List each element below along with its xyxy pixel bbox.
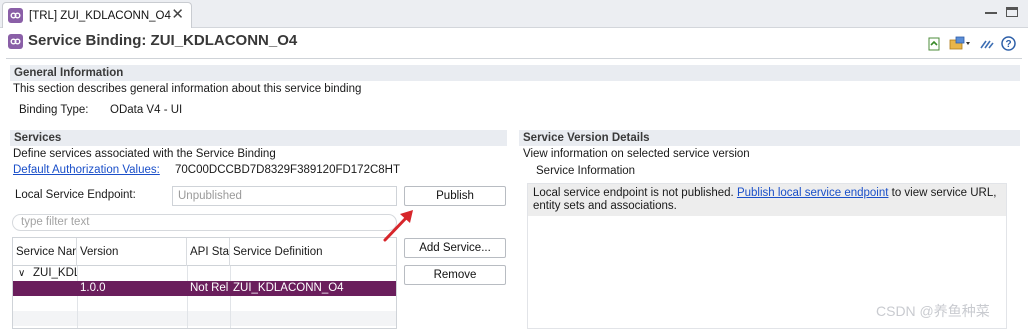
authorization-value: 70C00DCCBD7D8329F389120FD172C8HT: [175, 164, 401, 176]
service-binding-icon: [8, 8, 23, 23]
maximize-icon[interactable]: [1006, 7, 1018, 17]
services-table: Service Nar Version API Stat Service Def…: [12, 237, 397, 329]
publish-endpoint-link[interactable]: Publish local service endpoint: [737, 187, 889, 199]
services-section-title: Services: [10, 130, 507, 146]
column-header-service-name[interactable]: Service Nar: [13, 238, 77, 266]
empty-row: [13, 311, 396, 326]
api-state-cell: Not Rel: [190, 282, 229, 294]
message-text: Local service endpoint is not published.: [533, 187, 737, 199]
refresh-icon[interactable]: [928, 36, 941, 51]
unpublished-message: Local service endpoint is not published.…: [528, 184, 1006, 216]
table-header: Service Nar Version API Stat Service Def…: [13, 238, 396, 266]
editor-header: Service Binding: ZUI_KDLACONN_O4 ?: [0, 29, 1028, 60]
tab-title: [TRL] ZUI_KDLACONN_O4: [29, 9, 171, 22]
service-information-heading: Service Information: [536, 165, 636, 177]
close-icon[interactable]: ✕: [171, 7, 184, 22]
binding-type-label: Binding Type:: [19, 104, 89, 116]
local-endpoint-field: Unpublished: [172, 186, 397, 206]
remove-button[interactable]: Remove: [404, 265, 506, 285]
version-details-section-title: Service Version Details: [519, 130, 1020, 146]
service-name-cell: ZUI_KDL: [33, 267, 77, 279]
svg-text:?: ?: [1005, 39, 1011, 50]
link-icon[interactable]: [980, 36, 994, 51]
watermark: CSDN @养鱼种菜: [876, 303, 990, 319]
general-info-description: This section describes general informati…: [13, 83, 362, 95]
column-header-service-definition[interactable]: Service Definition: [230, 238, 396, 266]
column-header-version[interactable]: Version: [77, 238, 187, 266]
publish-button[interactable]: Publish: [404, 186, 506, 206]
services-description: Define services associated with the Serv…: [13, 148, 276, 160]
version-details-description: View information on selected service ver…: [523, 148, 750, 160]
expand-chevron-icon[interactable]: ∨: [15, 266, 29, 281]
general-info-section-title: General Information: [10, 65, 1020, 81]
minimize-icon[interactable]: [985, 7, 997, 14]
table-row-selected[interactable]: 1.0.0 Not Rel ZUI_KDLACONN_O4: [13, 281, 396, 296]
default-authorization-link[interactable]: Default Authorization Values:: [13, 164, 160, 176]
service-binding-icon: [8, 34, 23, 49]
version-cell: 1.0.0: [80, 282, 106, 294]
local-endpoint-label: Local Service Endpoint:: [15, 189, 136, 201]
red-arrow-icon: [383, 210, 413, 242]
help-icon[interactable]: ?: [1001, 36, 1016, 51]
editor-tab-bar: [TRL] ZUI_KDLACONN_O4 ✕: [0, 0, 1028, 28]
editor-tab[interactable]: [TRL] ZUI_KDLACONN_O4 ✕: [2, 2, 192, 28]
service-definition-cell: ZUI_KDLACONN_O4: [233, 282, 344, 294]
binding-type-value: OData V4 - UI: [110, 104, 183, 116]
filter-input[interactable]: type filter text: [12, 214, 397, 231]
table-row-group[interactable]: ∨ ZUI_KDL: [13, 266, 396, 281]
share-menu-icon[interactable]: [949, 36, 971, 51]
header-divider: [6, 58, 1022, 59]
column-header-api-state[interactable]: API Stat: [187, 238, 230, 266]
page-title: Service Binding: ZUI_KDLACONN_O4: [28, 32, 298, 49]
